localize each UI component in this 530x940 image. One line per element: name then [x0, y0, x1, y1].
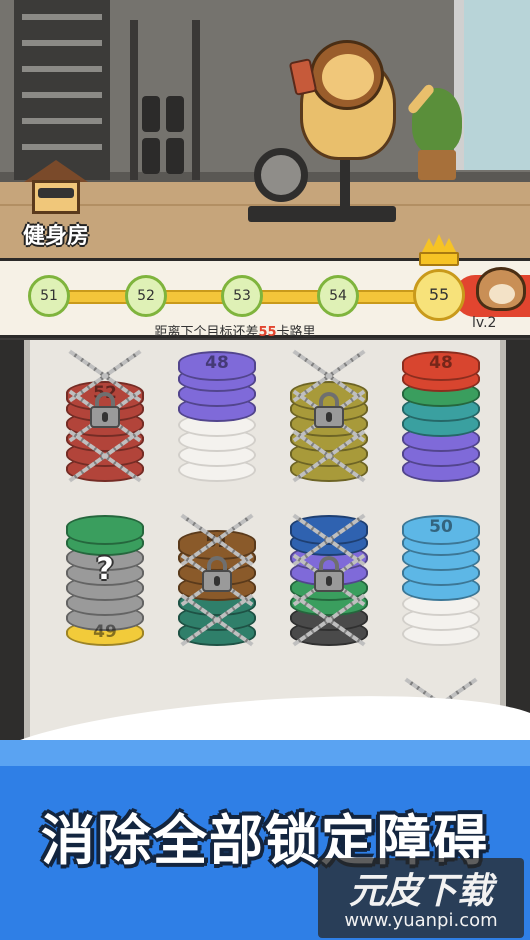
gym-location-button[interactable]: 健身房 — [8, 160, 104, 252]
milestone-54: 54 — [317, 275, 359, 317]
chip-value-label: 49 — [93, 622, 117, 642]
milestone-53: 53 — [221, 275, 263, 317]
chip-value-label: 48 — [205, 353, 229, 373]
chip-tube-8[interactable]: 50 — [402, 508, 480, 648]
wall-ladder — [14, 0, 110, 180]
crown-icon — [419, 234, 459, 266]
padlock-icon — [90, 392, 120, 428]
chip-tube-7[interactable] — [290, 508, 368, 648]
chip-value-label: 48 — [429, 353, 453, 373]
calorie-progress-bar: 51 52 53 54 55 lv.2 距离下个目标还差55卡路里 — [0, 258, 530, 340]
padlock-icon — [314, 392, 344, 428]
mystery-mark: ? — [96, 552, 114, 587]
milestone-51: 51 — [28, 275, 70, 317]
watermark: 元皮下载 www.yuanpi.com — [318, 858, 524, 938]
milestone-52: 52 — [125, 275, 167, 317]
chip-tube-6[interactable]: 51 — [178, 508, 256, 648]
gym-house-icon — [24, 160, 88, 216]
chip-tube-2[interactable]: 48 — [178, 344, 256, 484]
plant-pot — [418, 150, 456, 180]
chip-tube-3[interactable] — [290, 344, 368, 484]
padlock-icon — [314, 556, 344, 592]
lion-face — [322, 54, 374, 100]
chip-value-label: 50 — [429, 517, 453, 537]
chip-tube-5[interactable]: 49? — [66, 508, 144, 648]
padlock-icon — [202, 556, 232, 592]
hint-prefix: 距离下个目标还差 — [154, 325, 259, 340]
hint-value: 55 — [258, 325, 277, 340]
hint-suffix: 卡路里 — [276, 325, 316, 340]
weight-rack — [130, 20, 200, 180]
calorie-hint: 距离下个目标还差55卡路里 — [0, 321, 470, 340]
watermark-title: 元皮下载 — [348, 871, 493, 912]
chip-tube-4[interactable]: 48 — [402, 344, 480, 484]
gym-location-label: 健身房 — [22, 224, 89, 249]
window — [454, 0, 530, 170]
chip-tube-1[interactable]: 52 — [66, 344, 144, 484]
milestone-current: 55 — [413, 269, 465, 321]
level-label: lv.2 — [472, 315, 497, 331]
chip — [66, 515, 144, 545]
watermark-url: www.yuanpi.com — [344, 910, 498, 931]
cat-avatar[interactable] — [476, 267, 526, 311]
gym-scene: 健身房 — [0, 0, 530, 258]
